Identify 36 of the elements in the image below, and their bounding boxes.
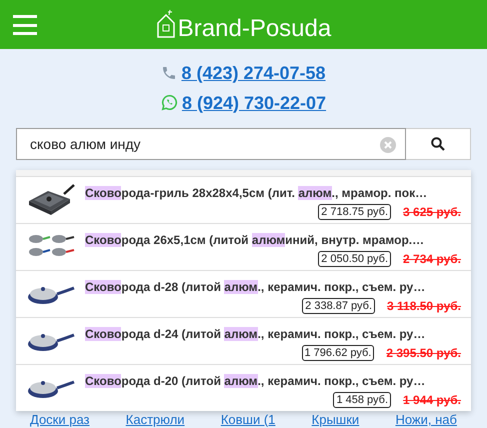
category-link[interactable]: Доски раз [30,412,90,427]
suggestion-item[interactable]: Сковорода 26х5,1см (литой алюминий, внутр. мрамор.… 2 050.50 руб. 2 734 руб. [16,223,471,270]
chat-bubble-icon [160,94,178,112]
phone-icon [161,65,178,82]
logo[interactable]: Brand-Posuda [156,8,332,40]
old-price: 2 734 руб. [403,252,461,266]
search-field[interactable]: сково алюм инду [16,128,406,160]
suggestion-item[interactable]: Сковорода d-28 (литой алюм., керамич. покр., съем. ру… 2 338.87 руб. 3 118.50 руб. [16,270,471,317]
old-price: 1 944 руб. [403,392,461,408]
search-button[interactable] [406,128,471,160]
price: 2 718.75 руб. [318,204,392,220]
house-icon [156,8,176,38]
suggestion-item[interactable]: Сковорода d-24 (литой алюм., керамич. покр., съем. ру… 1 796.62 руб. 2 395.50 руб. [16,317,471,364]
product-title: Сковорода 26х5,1см (литой алюминий, внутр. мрамор.… [85,232,426,248]
old-price: 3 625 руб. [403,204,461,220]
phone-link[interactable]: 8 (924) 730-22-07 [182,92,326,114]
product-title: Сковорода d-24 (литой алюм., керамич. покр., съем. ру… [85,326,426,342]
category-link[interactable]: Кастрюли [126,412,185,427]
category-link[interactable]: Ковши (1 [220,412,276,427]
old-price: 3 118.50 руб. [387,298,461,314]
suggestion-item[interactable]: Сковорода d-20 (литой алюм., керамич. покр., съем. ру… 1 458 руб. 1 944 руб. [16,364,471,411]
phone-link[interactable]: 8 (423) 274-07-58 [181,62,326,84]
product-title: Сковорода d-20 (литой алюм., керамич. покр., съем. ру… [85,373,426,389]
price: 1 458 руб. [333,392,392,408]
clear-icon[interactable] [380,137,396,153]
menu-icon[interactable] [13,15,37,35]
search-icon [431,137,445,151]
product-title: Сковорода-гриль 28х28х4,5см (лит. алюм., мрамор. пок… [85,185,428,201]
price: 1 796.62 руб. [302,345,374,361]
old-price: 2 395.50 руб. [386,346,461,360]
suggestion-item[interactable]: Сковорода-гриль 28х28х4,5см (лит. алюм., мрамор. пок… 2 718.75 руб. 3 625 руб. [16,176,471,223]
category-link[interactable]: Крышки [312,412,360,427]
price: 2 050.50 руб. [318,251,392,267]
product-title: Сковорода d-28 (литой алюм., керамич. покр., съем. ру… [85,279,426,295]
category-link[interactable]: Ножи, наб [395,412,457,427]
price: 2 338.87 руб. [302,298,376,314]
